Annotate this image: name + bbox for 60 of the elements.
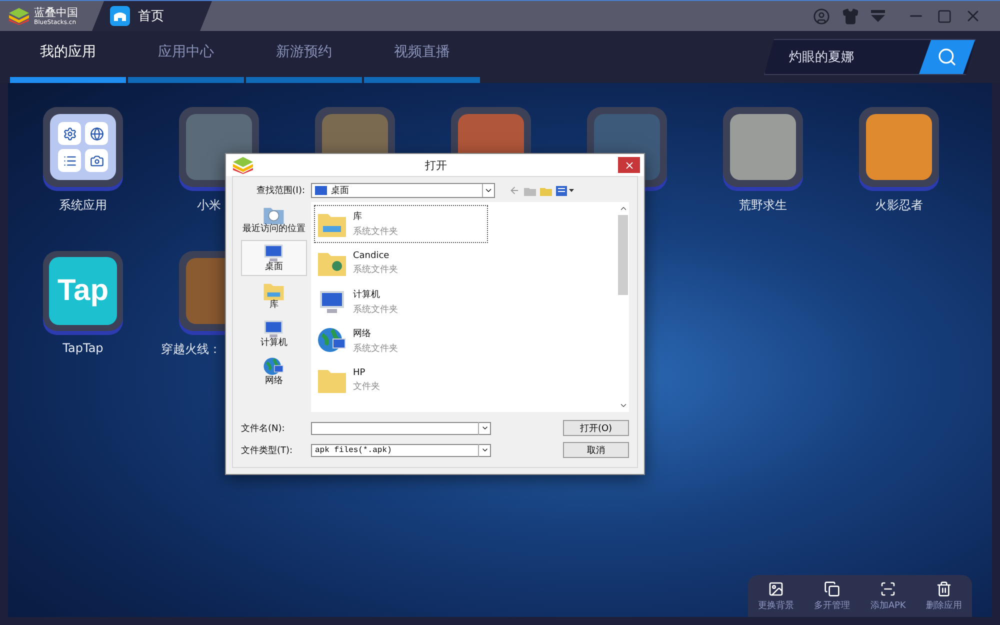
place-item[interactable]: 计算机 (241, 316, 307, 352)
app-label: 穿越火线： (161, 341, 221, 358)
dropdown-icon[interactable] (871, 10, 885, 22)
file-item[interactable]: 计算机 系统文件夹 (314, 283, 488, 321)
desktop-icon (315, 186, 327, 195)
scan-icon (880, 580, 896, 596)
filetype-label: 文件类型(T): (241, 444, 294, 456)
account-icon[interactable] (813, 8, 830, 24)
search-input[interactable]: 灼眼的夏娜 (765, 48, 919, 66)
app-label: 火影忍者 (875, 197, 923, 214)
shirt-icon[interactable] (842, 8, 859, 24)
filetype-dropdown[interactable]: apk files(*.apk) (311, 444, 491, 456)
app-icon[interactable] (43, 107, 123, 187)
look-in-dropdown[interactable]: 桌面 (311, 183, 495, 198)
toolbar-button[interactable]: 删除应用 (926, 580, 962, 612)
app-label: 系统应用 (59, 197, 107, 214)
toolbar-button[interactable]: 添加APK (870, 580, 906, 612)
search-icon (937, 47, 957, 67)
close-icon (624, 160, 634, 170)
toolbar-button[interactable]: 多开管理 (814, 580, 850, 612)
logo-icon (8, 7, 30, 25)
place-item[interactable]: 桌面 (241, 240, 307, 276)
globe-icon (263, 356, 285, 377)
open-button[interactable]: 打开(O) (563, 420, 629, 436)
filename-field[interactable] (311, 422, 491, 434)
view-menu-icon[interactable] (556, 186, 574, 196)
app-label: 小米 (197, 197, 221, 214)
windows-icon (824, 580, 840, 596)
filename-label: 文件名(N): (241, 422, 286, 434)
place-item[interactable]: 库 (241, 278, 307, 314)
picture-icon (768, 580, 784, 596)
place-item[interactable]: 最近访问的位置 (241, 202, 307, 238)
app-label: TapTap (62, 341, 104, 355)
place-item[interactable]: 网络 (241, 354, 307, 390)
recent-places-icon (263, 205, 285, 225)
scroll-up-icon[interactable] (618, 204, 628, 213)
scroll-down-icon[interactable] (618, 401, 628, 410)
close-button[interactable] (618, 157, 640, 173)
file-item[interactable]: HP 文件夹 (314, 361, 488, 399)
desktop-icon (262, 242, 286, 263)
toolbar-button[interactable]: 更换背景 (758, 580, 794, 612)
file-item[interactable]: 库 系统文件夹 (314, 205, 488, 243)
home-tab[interactable]: 首页 (92, 1, 212, 31)
file-item[interactable]: Candice 系统文件夹 (314, 244, 488, 282)
look-in-label: 查找范围(I): (255, 184, 305, 197)
filetype-input[interactable]: apk files(*.apk) (312, 444, 478, 456)
home-icon (110, 6, 130, 26)
computer-icon (317, 289, 347, 315)
dialog-title: 打开 (424, 158, 448, 172)
back-icon[interactable] (509, 185, 520, 196)
globe-icon (317, 327, 347, 355)
trash-icon (936, 580, 952, 596)
search-field[interactable]: 灼眼的夏娜 (764, 39, 976, 75)
maximize-icon[interactable] (937, 8, 952, 24)
logo-icon (232, 156, 254, 174)
brand-name: 蓝叠中国 (34, 6, 78, 18)
computer-icon (262, 318, 286, 339)
cancel-button[interactable]: 取消 (563, 442, 629, 458)
file-item[interactable]: 网络 系统文件夹 (314, 322, 488, 360)
app-label: 荒野求生 (739, 197, 787, 214)
